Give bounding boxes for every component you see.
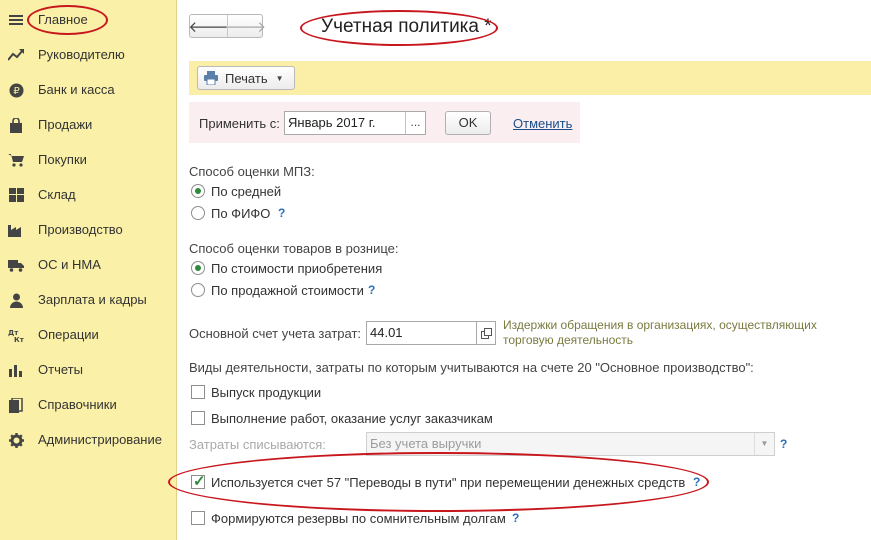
radio-average-label: По средней <box>211 184 282 199</box>
checkbox-services-label: Выполнение работ, оказание услуг заказчи… <box>211 411 493 426</box>
checkbox-services[interactable] <box>191 411 205 425</box>
warehouse-icon <box>8 187 24 203</box>
activities-label: Виды деятельности, затраты по которым уч… <box>189 360 754 375</box>
radio-average[interactable] <box>191 184 205 198</box>
apply-date-value: Январь 2017 г. <box>288 115 376 130</box>
inventory-method-label: Способ оценки МПЗ: <box>189 164 315 179</box>
help-icon[interactable]: ? <box>368 283 375 297</box>
retail-method-label: Способ оценки товаров в рознице: <box>189 241 399 256</box>
sidebar-item-label: Отчеты <box>38 362 83 377</box>
sidebar-item-label: Операции <box>38 327 99 342</box>
expenses-select[interactable]: Без учета выручки ▼ <box>366 432 775 456</box>
command-bar: Печать ▼ <box>189 61 871 95</box>
sidebar-item-admin[interactable]: Администрирование <box>0 424 177 456</box>
sidebar-item-directories[interactable]: Справочники <box>0 389 177 421</box>
forward-button[interactable]: 🡒 <box>226 15 266 37</box>
sidebar-item-main[interactable]: Главное <box>0 4 177 36</box>
cost-account-label: Основной счет учета затрат: <box>189 326 362 341</box>
ok-button[interactable]: OK <box>445 111 491 135</box>
cancel-link[interactable]: Отменить <box>513 116 572 131</box>
sidebar-item-director[interactable]: Руководителю <box>0 39 177 71</box>
sidebar-item-label: Администрирование <box>38 432 162 447</box>
bag-icon <box>8 117 24 133</box>
radio-fifo[interactable] <box>191 206 205 220</box>
gear-icon <box>8 432 24 448</box>
sidebar: Главное Руководителю ₽ Банк и касса Прод… <box>0 0 177 540</box>
ruble-icon: ₽ <box>8 82 24 98</box>
open-account-button[interactable] <box>476 321 496 345</box>
svg-text:Кт: Кт <box>14 336 24 343</box>
checkbox-product-output-label: Выпуск продукции <box>211 385 322 400</box>
sidebar-item-label: Справочники <box>38 397 117 412</box>
sidebar-item-bank[interactable]: ₽ Банк и касса <box>0 74 177 106</box>
open-icon <box>480 327 492 339</box>
apply-date-field[interactable]: Январь 2017 г. ... <box>284 111 426 135</box>
cart-icon <box>8 152 24 168</box>
printer-icon <box>204 71 218 86</box>
help-icon[interactable]: ? <box>512 511 519 525</box>
bar-chart-icon <box>8 362 24 378</box>
sidebar-item-label: Производство <box>38 222 123 237</box>
books-icon <box>8 397 24 413</box>
date-select-button[interactable]: ... <box>405 112 425 134</box>
radio-sale-price[interactable] <box>191 283 205 297</box>
page-title: Учетная политика * <box>321 16 492 37</box>
sidebar-item-sales[interactable]: Продажи <box>0 109 177 141</box>
sidebar-item-salary[interactable]: Зарплата и кадры <box>0 284 177 316</box>
apply-from-label: Применить с: <box>199 116 280 131</box>
sidebar-item-label: Главное <box>38 12 88 27</box>
sidebar-item-label: Банк и касса <box>38 82 115 97</box>
sidebar-item-label: ОС и НМА <box>38 257 101 272</box>
sidebar-item-production[interactable]: Производство <box>0 214 177 246</box>
truck-icon <box>8 257 24 273</box>
apply-bar: Применить с: Январь 2017 г. ... OK Отмен… <box>189 102 580 143</box>
radio-sale-price-label: По продажной стоимости <box>211 283 364 298</box>
print-button-label: Печать <box>225 70 268 86</box>
sidebar-item-label: Руководителю <box>38 47 125 62</box>
sidebar-item-label: Зарплата и кадры <box>38 292 147 307</box>
factory-icon <box>8 222 24 238</box>
chevron-down-icon: ▼ <box>754 433 774 455</box>
expenses-value: Без учета выручки <box>370 436 482 451</box>
checkbox-doubtful-reserves-label: Формируются резервы по сомнительным долг… <box>211 511 506 526</box>
print-button[interactable]: Печать ▼ <box>197 66 295 90</box>
checkbox-doubtful-reserves[interactable] <box>191 511 205 525</box>
sidebar-item-purchases[interactable]: Покупки <box>0 144 177 176</box>
checkbox-product-output[interactable] <box>191 385 205 399</box>
chevron-down-icon: ▼ <box>275 73 284 83</box>
sidebar-item-label: Покупки <box>38 152 87 167</box>
trend-icon <box>8 47 24 63</box>
sidebar-item-label: Продажи <box>38 117 93 132</box>
radio-purchase-cost[interactable] <box>191 261 205 275</box>
radio-purchase-cost-label: По стоимости приобретения <box>211 261 383 276</box>
sidebar-item-reports[interactable]: Отчеты <box>0 354 177 386</box>
sidebar-item-warehouse[interactable]: Склад <box>0 179 177 211</box>
help-icon[interactable]: ? <box>278 206 285 220</box>
sidebar-item-label: Склад <box>38 187 76 202</box>
expenses-label: Затраты списываются: <box>189 437 326 452</box>
dt-kt-icon: Дт Кт <box>8 327 24 343</box>
main-panel: 🡐 🡒 Учетная политика * Печать ▼ Применит… <box>178 0 871 540</box>
sidebar-item-operations[interactable]: Дт Кт Операции <box>0 319 177 351</box>
back-button[interactable]: 🡐 <box>188 15 228 37</box>
radio-fifo-label: По ФИФО <box>211 206 271 221</box>
checkbox-account-57[interactable] <box>191 472 206 490</box>
menu-icon <box>8 12 24 28</box>
sidebar-item-assets[interactable]: ОС и НМА <box>0 249 177 281</box>
cost-account-value: 44.01 <box>370 325 403 340</box>
cost-account-description: Издержки обращения в организациях, осуще… <box>503 318 817 347</box>
help-icon[interactable]: ? <box>693 475 700 489</box>
checkbox-account-57-label: Используется счет 57 "Переводы в пути" п… <box>211 475 686 490</box>
navigation-buttons: 🡐 🡒 <box>188 14 266 38</box>
person-icon <box>8 292 24 308</box>
help-icon[interactable]: ? <box>780 437 787 451</box>
svg-text:₽: ₽ <box>13 86 20 97</box>
